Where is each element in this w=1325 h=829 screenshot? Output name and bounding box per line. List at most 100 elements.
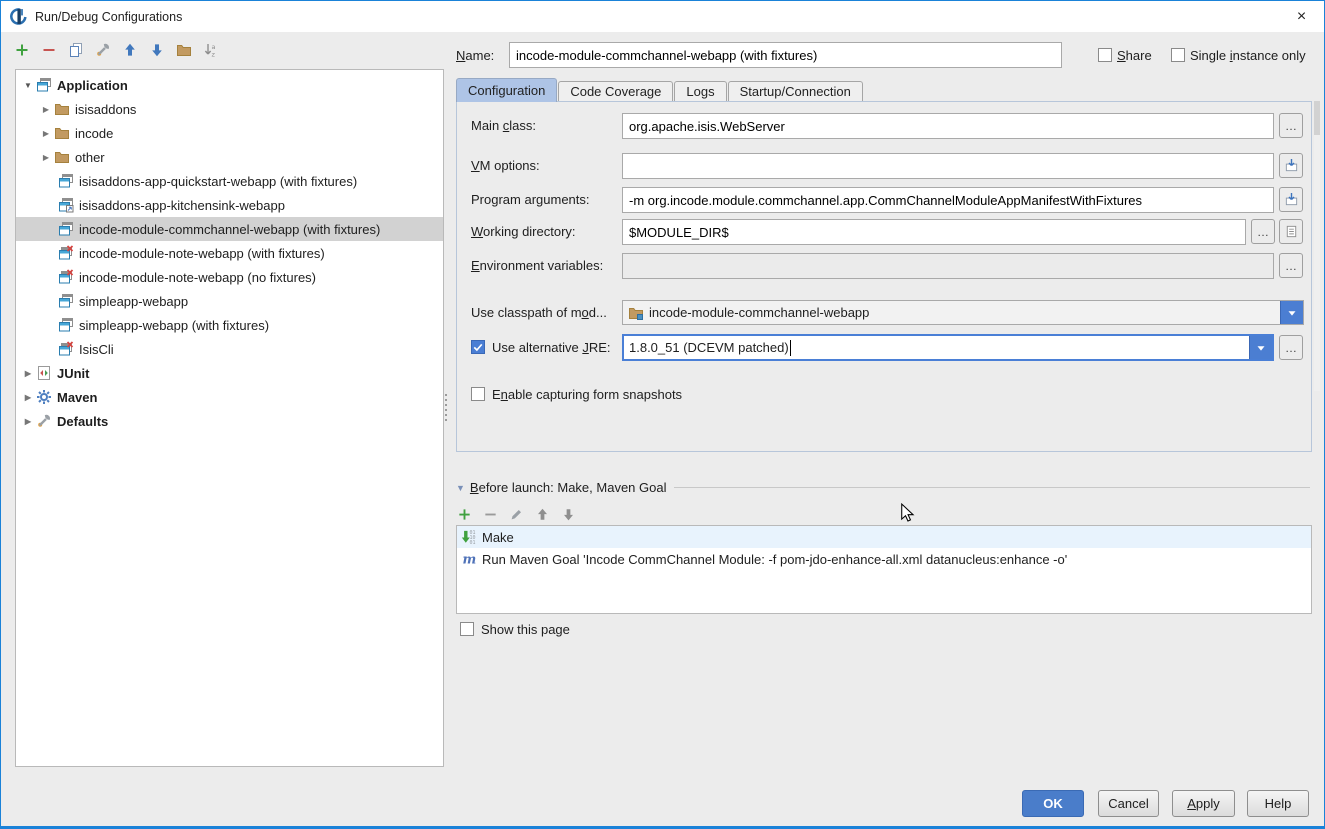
before-launch-task[interactable]: mRun Maven Goal 'Incode CommChannel Modu… xyxy=(457,548,1311,570)
add-button[interactable] xyxy=(13,42,30,59)
tree-item[interactable]: incode-module-note-webapp (no fixtures) xyxy=(16,265,443,289)
chevron-collapsed-icon[interactable]: ▶ xyxy=(20,393,36,402)
chevron-collapsed-icon[interactable]: ▶ xyxy=(38,129,54,138)
move-task-down-button[interactable] xyxy=(560,506,577,523)
single-instance-checkbox[interactable] xyxy=(1171,48,1185,62)
main-class-input[interactable] xyxy=(622,113,1274,139)
tree-item[interactable]: ▶ JUnit xyxy=(16,361,443,385)
share-checkbox[interactable] xyxy=(1098,48,1112,62)
jre-dropdown-arrow-icon[interactable] xyxy=(1249,336,1272,359)
remove-button[interactable] xyxy=(40,42,57,59)
alternative-jre-value: 1.8.0_51 (DCEVM patched) xyxy=(629,340,789,355)
before-launch-task[interactable]: 011001Make xyxy=(457,526,1311,548)
tree-item[interactable]: ▶ incode xyxy=(16,121,443,145)
tree-item[interactable]: ▶other xyxy=(16,145,443,169)
tree-item-label: incode-module-commchannel-webapp (with f… xyxy=(79,222,380,237)
browse-main-class-button[interactable]: … xyxy=(1279,113,1303,138)
app-config-icon xyxy=(58,317,74,333)
splitter-handle[interactable] xyxy=(444,394,447,422)
chevron-collapsed-icon[interactable]: ▶ xyxy=(20,369,36,378)
chevron-expanded-icon[interactable]: ▼ xyxy=(20,81,36,90)
tree-item[interactable]: incode-module-commchannel-webapp (with f… xyxy=(16,217,443,241)
program-arguments-input[interactable] xyxy=(622,187,1274,213)
mouse-cursor xyxy=(898,503,916,526)
browse-environment-variables-button[interactable]: … xyxy=(1279,253,1303,278)
tab-configuration[interactable]: Configuration xyxy=(456,78,557,102)
folder-icon xyxy=(54,149,70,165)
text-caret xyxy=(790,340,791,356)
classpath-module-combobox[interactable]: incode-module-commchannel-webapp xyxy=(622,300,1304,325)
tree-item[interactable]: isisaddons-app-quickstart-webapp (with f… xyxy=(16,169,443,193)
tree-item[interactable]: ▶ Defaults xyxy=(16,409,443,433)
tree-item[interactable]: simpleapp-webapp (with fixtures) xyxy=(16,313,443,337)
sort-configurations-button[interactable]: az xyxy=(202,42,219,59)
insert-macro-button[interactable] xyxy=(1279,219,1303,244)
tree-item-label: Application xyxy=(57,78,128,93)
help-button[interactable]: Help xyxy=(1247,790,1309,817)
edit-task-button[interactable] xyxy=(508,506,525,523)
tree-item[interactable]: isisaddons-app-kitchensink-webapp xyxy=(16,193,443,217)
panel-scrollbar[interactable] xyxy=(1314,101,1320,391)
app-config-error-icon xyxy=(58,341,74,357)
use-classpath-label: Use classpath of mod... xyxy=(471,305,607,320)
close-button[interactable]: × xyxy=(1279,1,1324,32)
tree-item[interactable]: incode-module-note-webapp (with fixtures… xyxy=(16,241,443,265)
tree-item[interactable]: ▶ Maven xyxy=(16,385,443,409)
name-input[interactable] xyxy=(509,42,1062,68)
chevron-collapsed-icon[interactable]: ▶ xyxy=(20,417,36,426)
move-up-button[interactable] xyxy=(121,42,138,59)
tree-item[interactable]: IsisCli xyxy=(16,337,443,361)
svg-text:01: 01 xyxy=(470,540,476,545)
working-directory-label: Working directory: xyxy=(471,224,576,239)
add-task-button[interactable] xyxy=(456,506,473,523)
svg-text:z: z xyxy=(211,51,215,59)
tree-item[interactable]: ▼ Application xyxy=(16,73,443,97)
folder-icon xyxy=(54,125,70,141)
alternative-jre-checkbox[interactable] xyxy=(471,340,485,354)
tab-logs[interactable]: Logs xyxy=(674,81,726,102)
apply-button[interactable]: Apply xyxy=(1172,790,1235,817)
tree-item-label: Maven xyxy=(57,390,97,405)
working-directory-input[interactable] xyxy=(622,219,1246,245)
chevron-collapsed-icon[interactable]: ▶ xyxy=(38,153,54,162)
browse-working-directory-button[interactable]: … xyxy=(1251,219,1275,244)
make-icon: 011001 xyxy=(461,529,477,545)
tree-item-label: Defaults xyxy=(57,414,108,429)
edit-defaults-button[interactable] xyxy=(94,42,111,59)
vm-options-input[interactable] xyxy=(622,153,1274,179)
show-this-page-label: Show this page xyxy=(481,622,570,637)
app-config-temp-icon xyxy=(58,197,74,213)
alternative-jre-combobox[interactable]: 1.8.0_51 (DCEVM patched) xyxy=(622,334,1274,361)
new-folder-button[interactable] xyxy=(175,42,192,59)
remove-task-button[interactable] xyxy=(482,506,499,523)
share-label: Share xyxy=(1117,48,1152,63)
move-down-button[interactable] xyxy=(148,42,165,59)
settings-tabs: Configuration Code Coverage Logs Startup… xyxy=(456,78,864,102)
show-this-page-checkbox[interactable] xyxy=(460,622,474,636)
expand-vm-options-button[interactable] xyxy=(1279,153,1303,178)
chevron-collapsed-icon[interactable]: ▶ xyxy=(38,105,54,114)
tree-item-label: IsisCli xyxy=(79,342,114,357)
classpath-dropdown-arrow-icon[interactable] xyxy=(1280,301,1303,324)
scrollbar-thumb[interactable] xyxy=(1314,101,1320,135)
enable-snapshots-checkbox[interactable] xyxy=(471,387,485,401)
copy-configuration-button[interactable] xyxy=(67,42,84,59)
single-instance-label: Single instance only xyxy=(1190,48,1306,63)
tab-code-coverage[interactable]: Code Coverage xyxy=(558,81,673,102)
tree-item-label: isisaddons-app-quickstart-webapp (with f… xyxy=(79,174,357,189)
app-config-icon xyxy=(58,293,74,309)
tree-item[interactable]: ▶isisaddons xyxy=(16,97,443,121)
tree-item[interactable]: simpleapp-webapp xyxy=(16,289,443,313)
environment-variables-input[interactable] xyxy=(622,253,1274,279)
ok-button[interactable]: OK xyxy=(1022,790,1084,817)
tree-item-label: incode xyxy=(75,126,113,141)
tree-item-label: JUnit xyxy=(57,366,90,381)
name-label: Name: xyxy=(456,48,494,63)
expand-program-arguments-button[interactable] xyxy=(1279,187,1303,212)
cancel-button[interactable]: Cancel xyxy=(1098,790,1159,817)
task-label: Run Maven Goal 'Incode CommChannel Modul… xyxy=(482,552,1067,567)
browse-jre-button[interactable]: … xyxy=(1279,335,1303,360)
collapse-triangle-icon[interactable]: ▼ xyxy=(456,483,465,493)
move-task-up-button[interactable] xyxy=(534,506,551,523)
tab-startup-connection[interactable]: Startup/Connection xyxy=(728,81,863,102)
